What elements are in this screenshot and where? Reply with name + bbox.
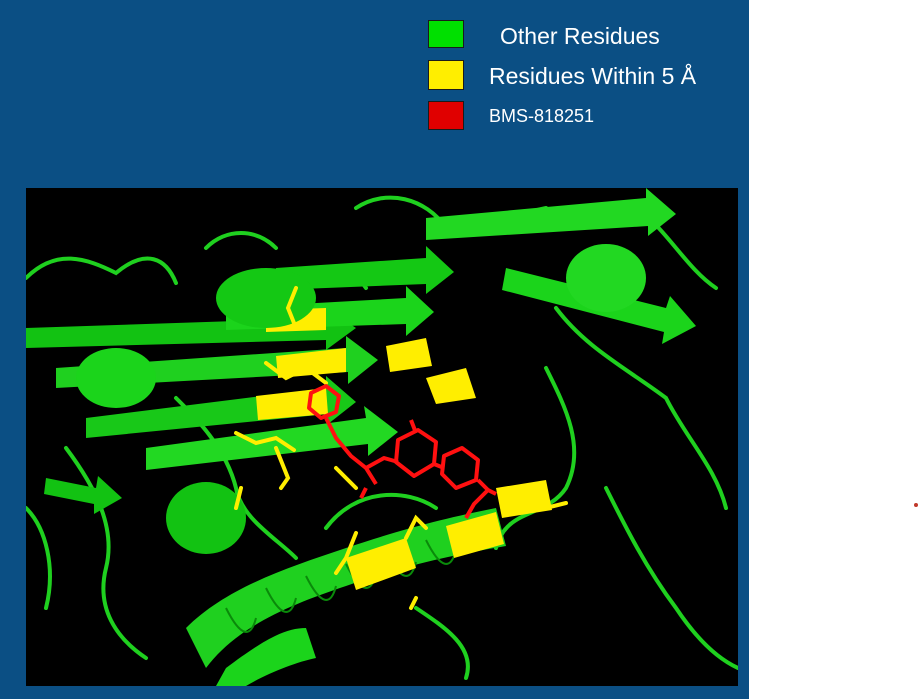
protein-structure-image (26, 188, 738, 686)
legend-label-residues-within: Residues Within 5 Å (489, 63, 697, 89)
protein-structure-rendering (26, 188, 738, 686)
green-swatch (428, 20, 464, 48)
legend-label-other-residues: Other Residues (500, 23, 660, 49)
red-swatch (428, 101, 464, 130)
yellow-swatch (428, 60, 464, 90)
stray-dot (914, 503, 918, 507)
legend-label-ligand: BMS-818251 (489, 106, 595, 126)
figure-panel: Other Residues Residues Within 5 Å BMS-8… (0, 0, 749, 699)
